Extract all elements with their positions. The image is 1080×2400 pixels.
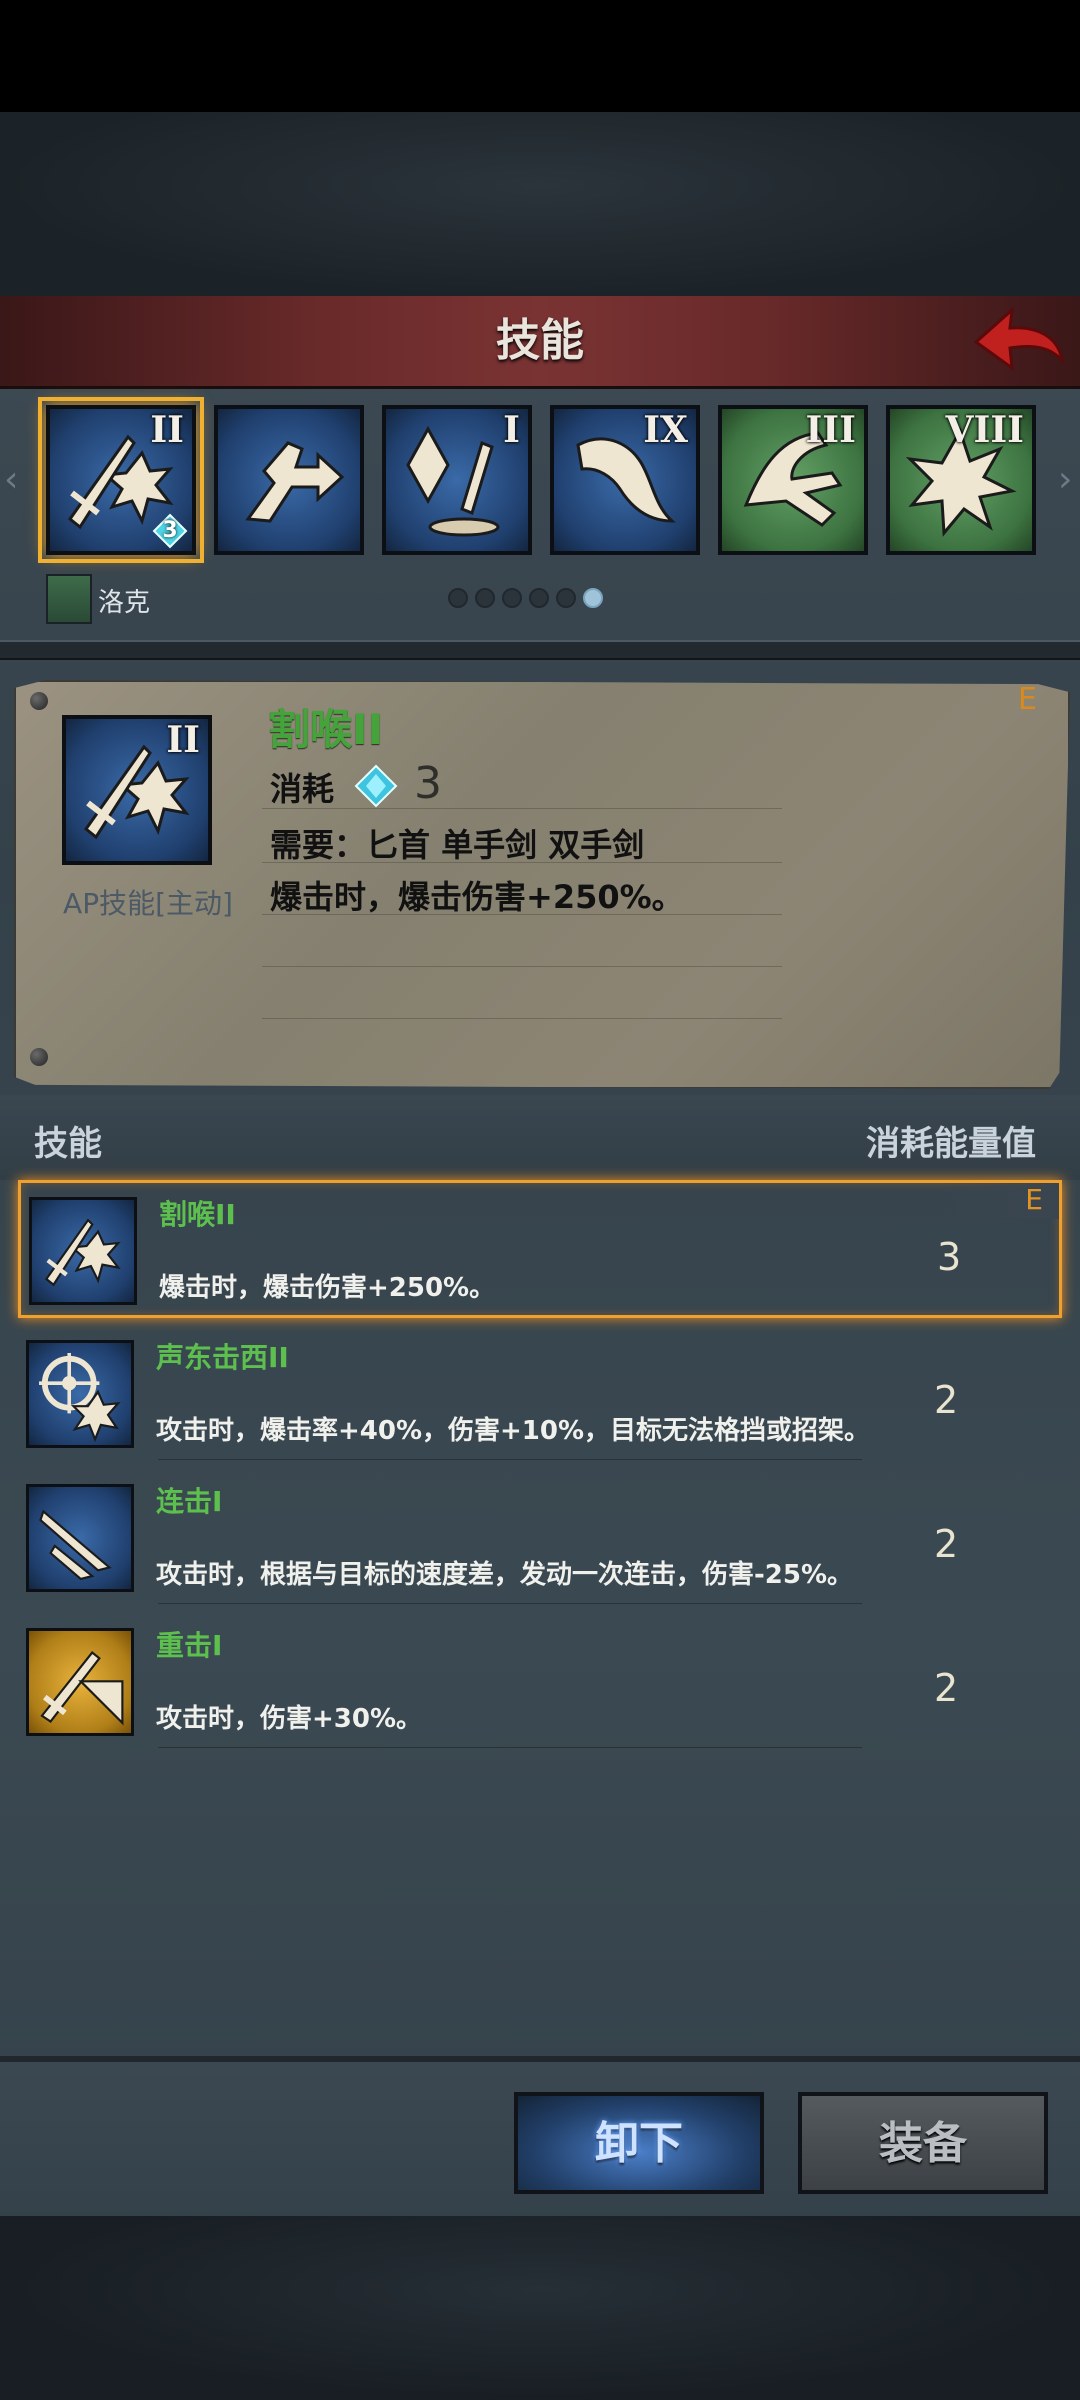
- tile-numeral: VIII: [945, 409, 1024, 451]
- skill-row-4[interactable]: 重击I 攻击时，伤害+30%。 2: [18, 1614, 1062, 1752]
- skill-desc: 攻击时，根据与目标的速度差，发动一次连击，伤害-25%。: [156, 1560, 854, 1590]
- skill-tile-5[interactable]: III: [718, 405, 868, 555]
- double-blade-icon: [39, 1509, 112, 1581]
- skill-type-label: AP技能[主动]: [63, 887, 233, 920]
- skill-cost: 2: [934, 1666, 959, 1710]
- divider: [0, 640, 1080, 660]
- pager-dot[interactable]: [502, 588, 522, 608]
- tile-numeral: I: [503, 409, 520, 451]
- detail-grade-badge: E: [1018, 682, 1037, 717]
- tile-numeral: III: [805, 409, 856, 451]
- detail-cost-label: 消耗: [270, 770, 335, 808]
- slash-burst-icon: [44, 1218, 121, 1287]
- row-skill-icon: [26, 1628, 134, 1736]
- skill-tile-3[interactable]: I: [382, 405, 532, 555]
- skill-tile-2[interactable]: [214, 405, 364, 555]
- divider: [262, 808, 782, 809]
- list-header-cost: 消耗能量值: [866, 1124, 1036, 1164]
- top-backdrop: [0, 112, 1080, 297]
- pager-dot[interactable]: [556, 588, 576, 608]
- skill-desc: 攻击时，伤害+30%。: [156, 1704, 423, 1734]
- rivet-icon: [30, 1048, 48, 1066]
- bottom-backdrop: [0, 2216, 1080, 2400]
- skill-name: 割喉II: [159, 1198, 236, 1231]
- row-skill-icon: [26, 1340, 134, 1448]
- detail-skill-name: 割喉II: [268, 705, 384, 754]
- tile-cost: 3: [162, 518, 178, 543]
- detail-numeral: II: [166, 719, 200, 761]
- skill-desc: 攻击时，爆击率+40%，伤害+10%，目标无法格挡或招架。: [156, 1416, 871, 1446]
- divider: [262, 862, 782, 863]
- skill-row-2[interactable]: 声东击西II 攻击时，爆击率+40%，伤害+10%，目标无法格挡或招架。 2: [18, 1326, 1062, 1464]
- row-divider: [158, 1459, 862, 1460]
- equip-button[interactable]: 装备: [798, 2092, 1048, 2194]
- character-avatar[interactable]: [46, 574, 92, 624]
- energy-gem-icon: [354, 764, 398, 808]
- status-bar-area: [0, 0, 1080, 112]
- skill-tile-4[interactable]: IX: [550, 405, 700, 555]
- game-screen: 技能 ‹ › II 3 I IX III VIII 洛克 II AP技能[主动]…: [0, 0, 1080, 2400]
- skill-cost: 3: [937, 1235, 962, 1279]
- skill-name: 重击I: [156, 1629, 223, 1662]
- cost-gem-icon: 3: [152, 513, 188, 549]
- row-divider: [158, 1603, 862, 1604]
- skill-cost: 2: [934, 1522, 959, 1566]
- detail-effect: 爆击时，爆击伤害+250%。: [270, 878, 684, 916]
- pager-dot[interactable]: [448, 588, 468, 608]
- dash-arrow-icon: [245, 441, 345, 523]
- divider: [262, 966, 782, 967]
- skill-tile-1[interactable]: II 3: [38, 397, 204, 563]
- skill-row-3[interactable]: 连击I 攻击时，根据与目标的速度差，发动一次连击，伤害-25%。 2: [18, 1470, 1062, 1608]
- skill-name: 声东击西II: [156, 1341, 289, 1374]
- divider: [262, 1018, 782, 1019]
- grade-badge: E: [939, 1183, 1059, 1219]
- detail-cost-value: 3: [414, 758, 442, 809]
- pager-dot[interactable]: [475, 588, 495, 608]
- tile-numeral: IX: [643, 409, 688, 451]
- skill-row-1[interactable]: E 割喉II 爆击时，爆击伤害+250%。 3: [18, 1180, 1062, 1318]
- detail-requirement: 需要：匕首 单手剑 双手剑: [270, 826, 645, 864]
- skill-tile-row: II 3 I IX III VIII: [20, 397, 1060, 570]
- row-skill-icon: [26, 1484, 134, 1592]
- divider: [262, 914, 782, 915]
- skill-cost: 2: [934, 1378, 959, 1422]
- unequip-button[interactable]: 卸下: [514, 2092, 764, 2194]
- back-arrow-icon[interactable]: [966, 300, 1066, 380]
- row-skill-icon: [29, 1197, 137, 1305]
- target-burst-icon: [39, 1353, 121, 1443]
- rivet-icon: [30, 692, 48, 710]
- page-title: 技能: [496, 315, 584, 366]
- pager-dots: [448, 588, 610, 612]
- header-bar: 技能: [0, 296, 1080, 389]
- detail-skill-icon: II: [62, 715, 212, 865]
- pager-dot-active[interactable]: [583, 588, 603, 608]
- heavy-strike-icon: [40, 1651, 124, 1726]
- skill-desc: 爆击时，爆击伤害+250%。: [159, 1273, 496, 1303]
- character-name: 洛克: [98, 588, 151, 618]
- pager-dot[interactable]: [529, 588, 549, 608]
- row-divider: [158, 1747, 862, 1748]
- tile-numeral: II: [150, 409, 184, 451]
- skill-tile-6[interactable]: VIII: [886, 405, 1036, 555]
- list-header-skill: 技能: [34, 1124, 102, 1164]
- scroll-right-arrow-icon[interactable]: ›: [1058, 450, 1078, 510]
- skill-name: 连击I: [156, 1485, 223, 1518]
